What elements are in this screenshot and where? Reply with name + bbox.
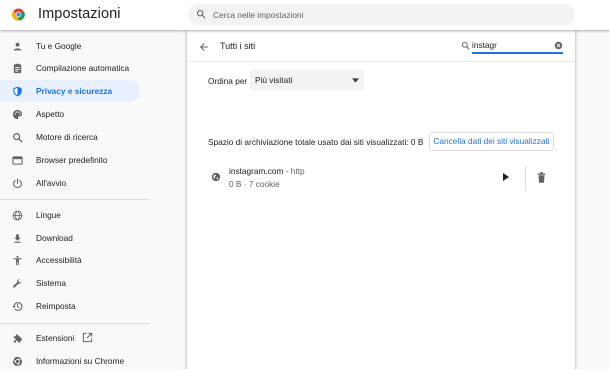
- site-filter-input[interactable]: [472, 38, 552, 52]
- chevron-down-icon: [352, 78, 359, 83]
- site-protocol: - http: [283, 166, 305, 176]
- sidebar-item-label: Download: [36, 233, 73, 243]
- person-icon: [13, 42, 22, 51]
- back-arrow-icon[interactable]: [198, 41, 210, 53]
- site-usage-info: 0 B · 7 cookie: [229, 179, 280, 189]
- sidebar-item-label: Compilazione automatica: [36, 63, 130, 73]
- settings-search-box[interactable]: [188, 4, 575, 25]
- palette-icon: [12, 109, 23, 120]
- sidebar-item-downloads[interactable]: Download: [0, 227, 140, 249]
- sort-label: Ordina per: [208, 76, 248, 86]
- clipboard-icon: [13, 63, 22, 74]
- sidebar-item-label: All'avvio: [36, 178, 67, 188]
- open-external-icon: [82, 332, 93, 343]
- sidebar-divider: [0, 199, 150, 200]
- chrome-icon: [12, 356, 23, 367]
- clear-search-icon[interactable]: [554, 41, 563, 50]
- search-icon: [196, 9, 206, 19]
- sidebar-item-about-chrome[interactable]: Informazioni su Chrome: [0, 350, 140, 369]
- sidebar-item-label: Motore di ricerca: [36, 132, 98, 142]
- wrench-icon: [13, 279, 22, 288]
- delete-icon[interactable]: [537, 172, 546, 183]
- sidebar-item-label: Accessibilità: [36, 255, 82, 265]
- sidebar-item-appearance[interactable]: Aspetto: [0, 103, 140, 125]
- all-sites-card: Tutti i siti Ordina per Più visitati Spa…: [187, 30, 575, 369]
- chevron-right-icon: [503, 173, 509, 181]
- sidebar-item-system[interactable]: Sistema: [0, 272, 140, 294]
- sidebar-item-reset[interactable]: Reimposta: [0, 295, 140, 317]
- search-icon: [13, 133, 23, 143]
- sidebar-item-label: Reimposta: [36, 301, 76, 311]
- sidebar-divider: [0, 323, 150, 324]
- clear-displayed-sites-button[interactable]: Cancella dati dei siti visualizzati: [429, 132, 554, 151]
- power-icon: [13, 178, 22, 189]
- filter-focus-underline: [472, 52, 563, 54]
- sidebar-item-autofill[interactable]: Compilazione automatica: [0, 57, 140, 79]
- sidebar-item-on-startup[interactable]: All'avvio: [0, 172, 140, 194]
- app-title: Impostazioni: [38, 6, 121, 22]
- sidebar-item-label: Aspetto: [36, 109, 65, 119]
- sidebar-item-languages[interactable]: Lingue: [0, 204, 140, 226]
- globe-icon: [211, 172, 221, 182]
- globe-icon: [12, 210, 23, 221]
- browser-icon: [12, 156, 23, 165]
- site-name: instagram.com - http: [229, 166, 305, 176]
- sidebar-item-label: Estensioni: [36, 333, 75, 343]
- settings-search-input[interactable]: [213, 7, 553, 22]
- storage-usage-text: Spazio di archiviazione totale usato dai…: [208, 137, 424, 147]
- sidebar-item-privacy-security[interactable]: Privacy e sicurezza: [0, 80, 140, 102]
- sort-dropdown[interactable]: Più visitati: [250, 70, 364, 90]
- sidebar-item-label: Lingue: [36, 210, 61, 220]
- page-title: Tutti i siti: [220, 41, 256, 51]
- search-icon: [461, 41, 470, 50]
- sidebar-item-label: Tu e Google: [36, 41, 82, 51]
- accessibility-icon: [13, 255, 22, 266]
- sidebar-item-extensions[interactable]: Estensioni: [0, 327, 140, 349]
- puzzle-icon: [13, 334, 23, 343]
- sidebar-item-label: Privacy e sicurezza: [36, 86, 113, 96]
- sidebar-item-label: Browser predefinito: [36, 155, 108, 165]
- site-row[interactable]: instagram.com - http 0 B · 7 cookie: [199, 159, 567, 197]
- sidebar-item-accessibility[interactable]: Accessibilità: [0, 249, 140, 271]
- sidebar-item-label: Informazioni su Chrome: [36, 356, 125, 366]
- site-domain: instagram.com: [229, 166, 284, 176]
- sidebar-item-you-and-google[interactable]: Tu e Google: [0, 35, 140, 57]
- sidebar-item-search-engine[interactable]: Motore di ricerca: [0, 126, 140, 148]
- chrome-logo-icon: [12, 8, 25, 21]
- sidebar-item-default-browser[interactable]: Browser predefinito: [0, 149, 140, 171]
- row-separator: [525, 166, 526, 190]
- header-divider: [187, 61, 575, 62]
- shield-icon: [13, 86, 22, 97]
- top-bar: Impostazioni: [0, 0, 610, 30]
- sidebar-item-label: Sistema: [36, 278, 66, 288]
- history-icon: [12, 302, 23, 311]
- download-icon: [14, 234, 21, 243]
- sort-selected-value: Più visitati: [255, 75, 293, 85]
